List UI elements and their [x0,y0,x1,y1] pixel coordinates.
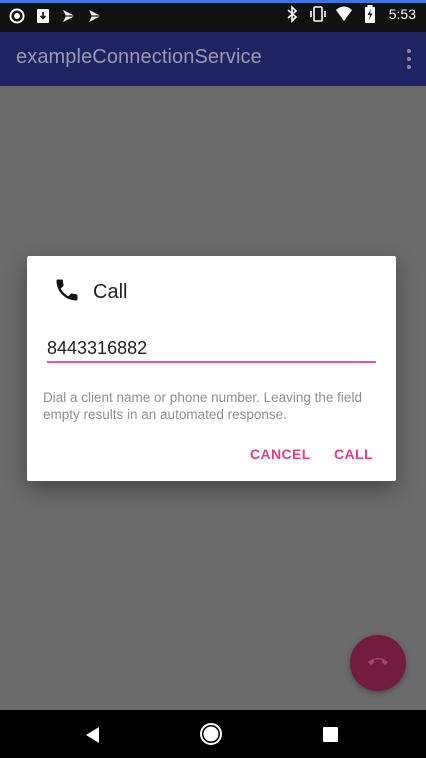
phone-number-input[interactable] [47,334,375,362]
call-button[interactable]: CALL [334,446,373,462]
back-icon[interactable] [84,726,102,744]
download-icon [34,7,52,25]
navigation-bar [0,710,426,758]
wifi-icon [335,5,353,23]
vibrate-icon [309,5,327,23]
screen: 5:53 exampleConnectionService Call Dial … [0,0,426,758]
notification-icon [60,7,78,25]
status-bar-accent-line [0,0,426,3]
battery-charging-icon [361,5,379,23]
dialog-hint: Dial a client name or phone number. Leav… [43,390,362,422]
overflow-menu-icon[interactable] [404,46,414,72]
input-underline [47,361,376,363]
home-icon[interactable] [199,722,223,746]
notification-icon [86,7,104,25]
call-dialog: Call Dial a client name or phone number.… [27,256,396,481]
app-title: exampleConnectionService [16,46,262,68]
bluetooth-icon [283,5,301,23]
record-icon [8,7,26,25]
status-bar: 5:53 [0,0,426,32]
app-bar: exampleConnectionService [0,32,426,86]
status-time: 5:53 [388,6,416,22]
cancel-button[interactable]: CANCEL [250,446,311,462]
recents-icon[interactable] [323,727,338,742]
end-call-icon [367,654,389,672]
end-call-button[interactable] [350,635,406,691]
dialog-title: Call [93,281,128,303]
phone-icon [53,276,81,304]
